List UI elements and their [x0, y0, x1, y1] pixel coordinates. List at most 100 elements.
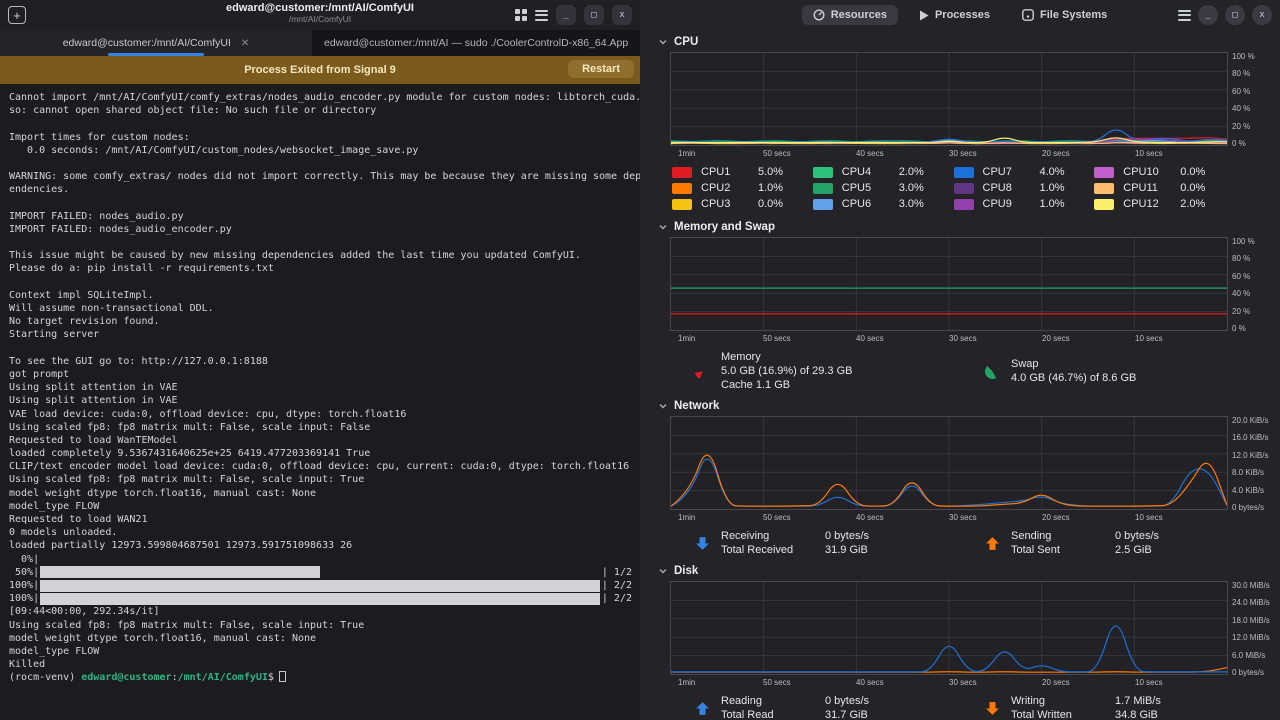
x-tick-label: 50 secs — [763, 334, 791, 343]
close-button[interactable]: x — [1252, 5, 1272, 25]
window-title: edward@customer:/mnt/AI/ComfyUI — [226, 2, 414, 14]
menu-icon[interactable] — [1178, 10, 1191, 21]
terminal-line: Starting server — [9, 328, 632, 341]
y-tick-label: 60 % — [1232, 272, 1278, 281]
minimize-button[interactable]: _ — [1198, 5, 1218, 25]
legend-value: 1.0% — [758, 182, 783, 194]
terminal-tab-coolercontrol[interactable]: edward@customer:/mnt/AI — sudo ./CoolerC… — [312, 30, 640, 56]
terminal-line: Using scaled fp8: fp8 matrix mult: False… — [9, 473, 632, 486]
legend-value: 0.0% — [1180, 182, 1205, 194]
terminal-line: Import times for custom nodes: — [9, 131, 632, 144]
memory-pie-icon — [695, 364, 710, 379]
total-received-label: Total Received — [721, 543, 809, 557]
terminal-tab-comfyui[interactable]: edward@customer:/mnt/AI/ComfyUI ✕ — [0, 30, 312, 56]
x-tick-label: 30 secs — [949, 678, 977, 687]
receiving-label: Receiving — [721, 529, 809, 543]
y-tick-label: 80 % — [1232, 254, 1278, 263]
tab-processes[interactable]: Processes — [908, 5, 1001, 25]
minimize-button[interactable]: _ — [556, 5, 576, 25]
legend-value: 1.0% — [1040, 198, 1065, 210]
disk-chart — [670, 581, 1228, 675]
legend-item-cpu7: CPU74.0% — [954, 164, 1095, 180]
reading-value: 0 bytes/s — [825, 694, 869, 708]
terminal-window: + edward@customer:/mnt/AI/ComfyUI /mnt/A… — [0, 0, 640, 720]
menu-icon[interactable] — [535, 10, 548, 21]
legend-name: CPU8 — [983, 182, 1031, 194]
y-tick-label: 30.0 MiB/s — [1232, 581, 1278, 590]
maximize-button[interactable]: □ — [1225, 5, 1245, 25]
disk-section-header[interactable]: Disk — [640, 559, 1280, 581]
tab-label: edward@customer:/mnt/AI — sudo ./CoolerC… — [324, 37, 628, 49]
cpu-y-axis: 100 %80 %60 %40 %20 %0 % — [1228, 52, 1278, 148]
network-section-header[interactable]: Network — [640, 394, 1280, 416]
terminal-line: Please do a: pip install -r requirements… — [9, 262, 632, 275]
memory-y-axis: 100 %80 %60 %40 %20 %0 % — [1228, 237, 1278, 333]
network-stats: Receiving 0 bytes/s Total Received 31.9 … — [640, 523, 1280, 559]
swap-pie-icon — [985, 364, 1000, 379]
terminal-line: To see the GUI go to: http://127.0.0.1:8… — [9, 355, 632, 368]
x-tick-label: 40 secs — [856, 334, 884, 343]
download-arrow-icon — [695, 536, 710, 551]
memory-section-header[interactable]: Memory and Swap — [640, 215, 1280, 237]
y-tick-label: 12.0 MiB/s — [1232, 633, 1278, 642]
tab-file-systems[interactable]: File Systems — [1011, 5, 1118, 25]
chevron-down-icon — [658, 222, 668, 232]
legend-item-cpu9: CPU9 1.0% — [954, 196, 1095, 212]
y-tick-label: 0 % — [1232, 324, 1278, 333]
legend-name: CPU4 — [842, 166, 890, 178]
terminal-line: loaded completely 9.5367431640625e+25 64… — [9, 447, 632, 460]
terminal-line — [9, 157, 632, 170]
disk-stats: Reading 0 bytes/s Total Read 31.7 GiB Wr… — [640, 688, 1280, 720]
tab-resources[interactable]: Resources — [802, 5, 898, 25]
legend-name: CPU5 — [842, 182, 890, 194]
y-tick-label: 8.0 KiB/s — [1232, 468, 1278, 477]
sending-label: Sending — [1011, 529, 1099, 543]
progress-bar-fill — [40, 580, 600, 592]
terminal-output[interactable]: Cannot import /mnt/AI/ComfyUI/comfy_extr… — [0, 84, 640, 720]
legend-name: CPU10 — [1123, 166, 1171, 178]
terminal-line: Requested to load WAN21 — [9, 513, 632, 526]
shell-prompt: (rocm-venv) edward@customer:/mnt/AI/Comf… — [9, 671, 632, 684]
terminal-line: Requested to load WanTEModel — [9, 434, 632, 447]
network-section-title: Network — [674, 400, 719, 412]
x-tick-label: 40 secs — [856, 149, 884, 158]
progress-bar-line: 50%|| 1/2 — [9, 566, 632, 579]
y-tick-label: 12.0 KiB/s — [1232, 451, 1278, 460]
x-tick-label: 20 secs — [1042, 678, 1070, 687]
terminal-line — [9, 197, 632, 210]
terminal-line: Killed — [9, 658, 632, 671]
close-button[interactable]: x — [612, 5, 632, 25]
terminal-line: model_type FLOW — [9, 645, 632, 658]
drive-icon — [1022, 9, 1034, 21]
desktop: + edward@customer:/mnt/AI/ComfyUI /mnt/A… — [0, 0, 1280, 720]
tab-close-icon[interactable]: ✕ — [241, 38, 249, 49]
read-arrow-up-icon — [695, 701, 710, 716]
legend-item-cpu8: CPU81.0% — [954, 180, 1095, 196]
terminal-line: [09:44<00:00, 292.34s/it] — [9, 605, 632, 618]
legend-swatch — [1094, 167, 1114, 178]
y-tick-label: 0 bytes/s — [1232, 503, 1278, 512]
legend-name: CPU9 — [983, 198, 1031, 210]
terminal-line: got prompt — [9, 368, 632, 381]
swap-usage-stats: Swap 4.0 GB (46.7%) of 8.6 GB — [985, 350, 1275, 392]
cpu-section-title: CPU — [674, 36, 698, 48]
legend-item-cpu3: CPU30.0% — [672, 196, 813, 212]
cpu-section-header[interactable]: CPU — [640, 30, 1280, 52]
legend-name: CPU1 — [701, 166, 749, 178]
terminal-line — [9, 276, 632, 289]
restart-button[interactable]: Restart — [568, 60, 634, 78]
tab-label: edward@customer:/mnt/AI/ComfyUI — [63, 37, 231, 49]
disk-y-axis: 30.0 MiB/s24.0 MiB/s18.0 MiB/s12.0 MiB/s… — [1228, 581, 1278, 677]
network-x-axis: 1min50 secs40 secs30 secs20 secs10 secs — [670, 512, 1228, 523]
monitor-headerbar: Resources Processes File Systems _ □ x — [640, 0, 1280, 30]
progress-bar-fill — [40, 593, 600, 605]
maximize-button[interactable]: □ — [584, 5, 604, 25]
terminal-tab-bar: edward@customer:/mnt/AI/ComfyUI ✕ edward… — [0, 30, 640, 56]
play-icon — [919, 10, 929, 21]
legend-name: CPU12 — [1123, 198, 1171, 210]
tab-label: Resources — [831, 9, 887, 21]
x-tick-label: 30 secs — [949, 334, 977, 343]
tab-overview-icon[interactable] — [515, 9, 527, 21]
total-read-label: Total Read — [721, 708, 809, 720]
new-tab-button[interactable]: + — [8, 6, 26, 24]
